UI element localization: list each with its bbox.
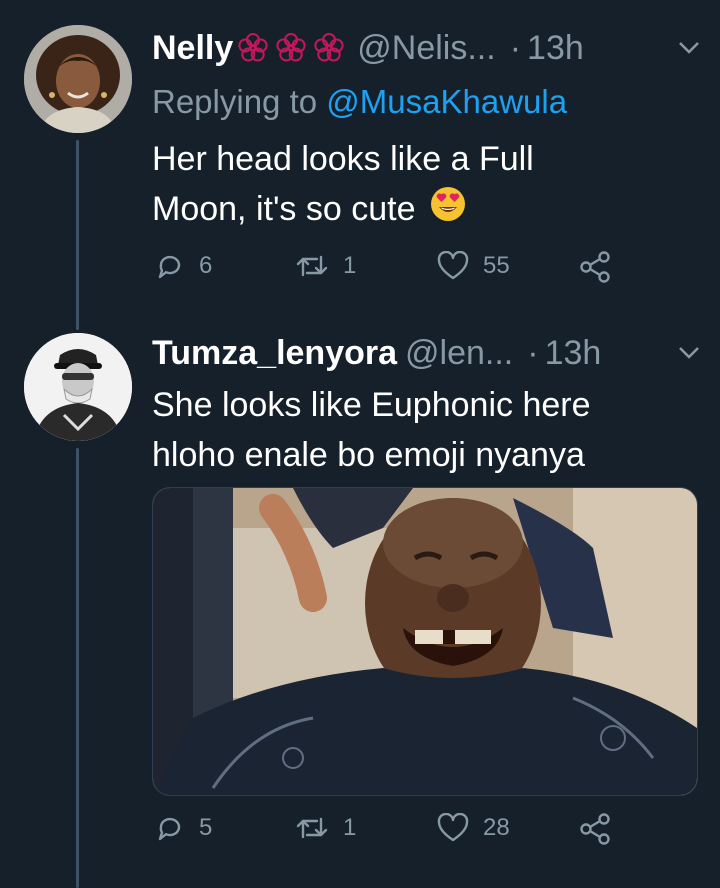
- reply-count: 5: [199, 814, 213, 841]
- retweet-icon: [296, 255, 328, 277]
- retweet-icon: [296, 817, 328, 839]
- tweet-text-line-with-emoji: Moon, it's so cute: [152, 184, 692, 237]
- display-name[interactable]: Nelly: [152, 28, 233, 68]
- barber-photo-illustration: [153, 488, 697, 795]
- share-icon: [580, 813, 610, 845]
- avatar[interactable]: [24, 333, 132, 441]
- reply-button[interactable]: 5: [155, 813, 212, 843]
- reply-icon: [158, 255, 181, 279]
- thread-line: [76, 448, 79, 888]
- display-name[interactable]: Tumza_lenyora: [152, 333, 397, 373]
- tweet-text: She looks like Euphonic here hloho enale…: [152, 380, 692, 480]
- retweet-button[interactable]: 1: [295, 813, 356, 843]
- replying-to: Replying to @MusaKhawula: [152, 82, 567, 122]
- tweet-text-line: hloho enale bo emoji nyanya: [152, 436, 585, 474]
- tweet-text-line: Her head looks like a Full: [152, 140, 534, 178]
- retweet-count: 1: [343, 814, 357, 841]
- separator-dot: ·: [509, 29, 522, 67]
- like-count: 55: [483, 252, 510, 279]
- avatar-photo: [24, 333, 132, 441]
- replying-to-label: Replying to: [152, 83, 318, 120]
- like-count: 28: [483, 814, 510, 841]
- share-icon: [580, 251, 610, 283]
- heart-eyes-emoji-icon: [429, 185, 467, 237]
- retweet-count: 1: [343, 252, 357, 279]
- tweet-actions: 5 1 28: [155, 813, 700, 853]
- tweet-photo[interactable]: [152, 487, 698, 796]
- tweet-actions: 6 1 55: [155, 251, 700, 291]
- separator-dot: ·: [527, 334, 539, 372]
- thread-line: [76, 140, 79, 330]
- reply-button[interactable]: 6: [155, 251, 212, 281]
- tweet-text: Her head looks like a Full Moon, it's so…: [152, 134, 692, 237]
- chevron-down-icon[interactable]: [678, 346, 700, 360]
- flower-emoji-icons: [235, 30, 349, 66]
- heart-icon: [437, 813, 469, 842]
- mention-link[interactable]: @MusaKhawula: [326, 83, 567, 120]
- chevron-down-icon[interactable]: [678, 41, 700, 55]
- handle[interactable]: @Nelis...: [357, 28, 495, 68]
- heart-icon: [437, 251, 469, 280]
- share-button[interactable]: [579, 251, 613, 283]
- tweet-header: Nelly @Nelis... · 13h: [152, 28, 700, 68]
- tweet-header: Tumza_lenyora @len... · 13h: [152, 333, 700, 373]
- timestamp[interactable]: 13h: [527, 28, 584, 68]
- like-button[interactable]: 55: [437, 251, 510, 281]
- avatar-photo: [24, 25, 132, 133]
- reply-count: 6: [199, 252, 213, 279]
- tweet-text-line: She looks like Euphonic here: [152, 386, 591, 424]
- avatar[interactable]: [24, 25, 132, 133]
- like-button[interactable]: 28: [437, 813, 510, 843]
- share-button[interactable]: [579, 813, 613, 845]
- retweet-button[interactable]: 1: [295, 251, 356, 281]
- handle[interactable]: @len...: [405, 333, 513, 373]
- reply-icon: [158, 817, 181, 841]
- timestamp[interactable]: 13h: [545, 333, 602, 373]
